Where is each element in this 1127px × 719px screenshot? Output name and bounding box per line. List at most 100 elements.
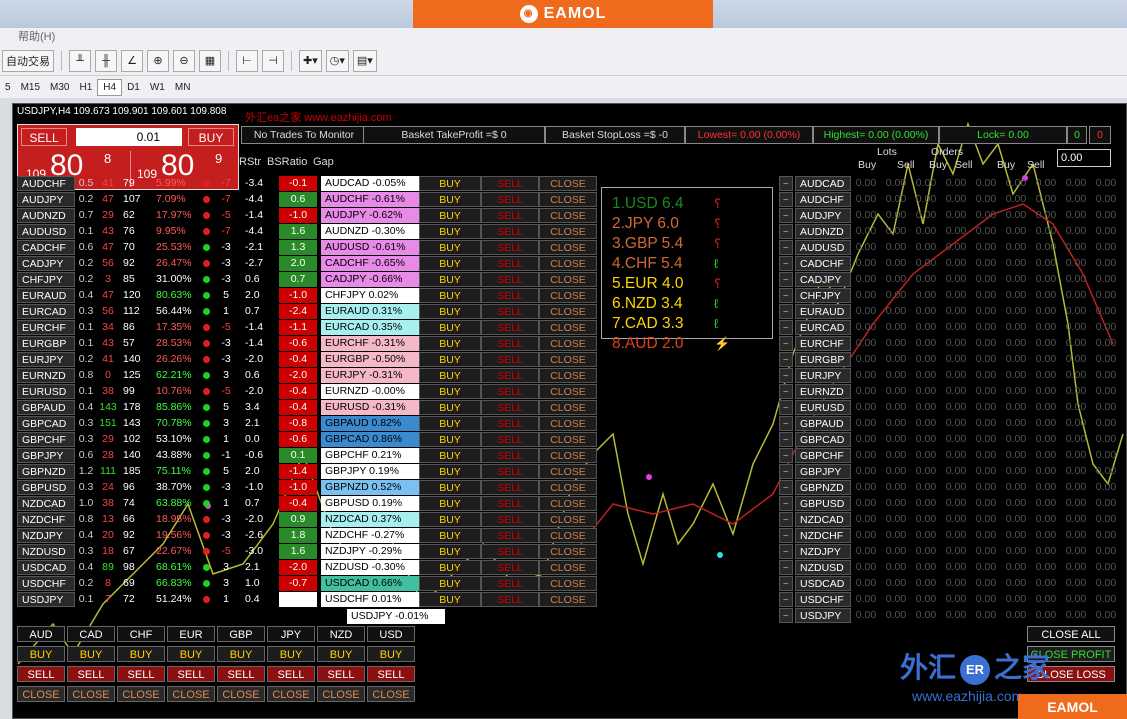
close-button[interactable]: CLOSE — [539, 464, 597, 479]
currency-close-button[interactable]: CLOSE — [317, 686, 365, 702]
order-symbol[interactable]: EURNZD — [795, 384, 851, 399]
chart-icon[interactable]: ~ — [779, 400, 793, 415]
tf-h1[interactable]: H1 — [74, 80, 97, 95]
order-symbol[interactable]: AUDUSD — [795, 240, 851, 255]
buy-button[interactable]: BUY — [419, 224, 481, 239]
close-button[interactable]: CLOSE — [539, 576, 597, 591]
close-button[interactable]: CLOSE — [539, 400, 597, 415]
chart-icon[interactable]: ~ — [779, 240, 793, 255]
chart-icon[interactable]: ~ — [779, 432, 793, 447]
sell-button[interactable]: SELL — [481, 544, 539, 559]
pair-symbol[interactable]: USDCHF — [17, 576, 75, 591]
periods-icon[interactable]: ◷▾ — [325, 49, 349, 72]
buy-button[interactable]: BUY — [419, 448, 481, 463]
currency-sell-button[interactable]: SELL — [367, 666, 415, 682]
pair-symbol[interactable]: EURCHF — [17, 320, 75, 335]
sell-button[interactable]: SELL — [481, 224, 539, 239]
close-button[interactable]: CLOSE — [539, 544, 597, 559]
chart-icon[interactable]: ~ — [779, 416, 793, 431]
pair-symbol[interactable]: AUDUSD — [17, 224, 75, 239]
sell-button[interactable]: SELL — [481, 432, 539, 447]
pair-symbol[interactable]: NZDJPY — [17, 528, 75, 543]
currency-label[interactable]: USD — [367, 626, 415, 642]
templates-icon[interactable]: ▤▾ — [352, 49, 377, 72]
pair-symbol[interactable]: USDJPY — [17, 592, 75, 607]
tf-h4[interactable]: H4 — [97, 78, 123, 96]
close-button[interactable]: CLOSE — [539, 480, 597, 495]
currency-buy-button[interactable]: BUY — [117, 646, 165, 662]
buy-button[interactable]: BUY — [419, 272, 481, 287]
close-button[interactable]: CLOSE — [539, 528, 597, 543]
indicators-icon[interactable]: ✚▾ — [299, 49, 322, 72]
order-symbol[interactable]: EURJPY — [795, 368, 851, 383]
tf-mn[interactable]: MN — [170, 80, 196, 95]
currency-close-button[interactable]: CLOSE — [367, 686, 415, 702]
pair-symbol[interactable]: EURUSD — [17, 384, 75, 399]
order-symbol[interactable]: GBPNZD — [795, 480, 851, 495]
chart-icon[interactable]: ~ — [779, 560, 793, 575]
order-symbol[interactable]: CADCHF — [795, 256, 851, 271]
close-button[interactable]: CLOSE — [539, 352, 597, 367]
close-button[interactable]: CLOSE — [539, 320, 597, 335]
order-symbol[interactable]: GBPUSD — [795, 496, 851, 511]
currency-buy-button[interactable]: BUY — [217, 646, 265, 662]
chart-icon[interactable]: ~ — [779, 512, 793, 527]
sell-button[interactable]: SELL — [481, 384, 539, 399]
tf-m30[interactable]: M30 — [45, 80, 74, 95]
chart-icon[interactable]: ~ — [779, 288, 793, 303]
chart-icon[interactable]: ~ — [779, 224, 793, 239]
currency-buy-button[interactable]: BUY — [167, 646, 215, 662]
tf-w1[interactable]: W1 — [145, 80, 170, 95]
sell-button[interactable]: SELL — [481, 512, 539, 527]
close-button[interactable]: CLOSE — [539, 304, 597, 319]
zoom-in-icon[interactable]: ⊕ — [147, 49, 169, 72]
order-symbol[interactable]: EURCHF — [795, 336, 851, 351]
chart-icon[interactable]: ~ — [779, 272, 793, 287]
chart-icon[interactable]: ~ — [779, 448, 793, 463]
close-button[interactable]: CLOSE — [539, 240, 597, 255]
pair-symbol[interactable]: CADCHF — [17, 240, 75, 255]
candle-chart-icon[interactable]: ╫ — [95, 49, 117, 72]
currency-buy-button[interactable]: BUY — [17, 646, 65, 662]
sell-button[interactable]: SELL — [481, 496, 539, 511]
pair-symbol[interactable]: NZDCHF — [17, 512, 75, 527]
order-symbol[interactable]: EURGBP — [795, 352, 851, 367]
pair-symbol[interactable]: CHFJPY — [17, 272, 75, 287]
buy-button[interactable]: BUY — [419, 464, 481, 479]
order-symbol[interactable]: GBPJPY — [795, 464, 851, 479]
buy-button[interactable]: BUY — [419, 320, 481, 335]
order-symbol[interactable]: GBPAUD — [795, 416, 851, 431]
close-button[interactable]: CLOSE — [539, 288, 597, 303]
order-symbol[interactable]: AUDCAD — [795, 176, 851, 191]
sell-button[interactable]: SELL — [481, 352, 539, 367]
chart-icon[interactable]: ~ — [779, 208, 793, 223]
order-symbol[interactable]: NZDJPY — [795, 544, 851, 559]
sell-button[interactable]: SELL — [481, 592, 539, 607]
autoscroll-icon[interactable]: ⊣ — [262, 49, 284, 72]
buy-button[interactable]: BUY — [419, 528, 481, 543]
buy-button[interactable]: BUY — [419, 304, 481, 319]
currency-sell-button[interactable]: SELL — [317, 666, 365, 682]
pair-symbol[interactable]: AUDNZD — [17, 208, 75, 223]
chart-icon[interactable]: ~ — [779, 256, 793, 271]
pair-symbol[interactable]: NZDCAD — [17, 496, 75, 511]
buy-button[interactable]: BUY — [419, 592, 481, 607]
autotrade-button[interactable]: 自动交易 — [2, 49, 54, 72]
currency-buy-button[interactable]: BUY — [67, 646, 115, 662]
chart-icon[interactable]: ~ — [779, 192, 793, 207]
sell-button[interactable]: SELL — [481, 336, 539, 351]
order-symbol[interactable]: EURCAD — [795, 320, 851, 335]
buy-button[interactable]: BUY — [419, 288, 481, 303]
order-symbol[interactable]: AUDNZD — [795, 224, 851, 239]
pair-symbol[interactable]: EURNZD — [17, 368, 75, 383]
pair-symbol[interactable]: GBPCHF — [17, 432, 75, 447]
sell-button[interactable]: SELL — [481, 320, 539, 335]
close-button[interactable]: CLOSE — [539, 560, 597, 575]
pair-symbol[interactable]: USDCAD — [17, 560, 75, 575]
chart-icon[interactable]: ~ — [779, 320, 793, 335]
currency-sell-button[interactable]: SELL — [17, 666, 65, 682]
buy-button[interactable]: BUY — [419, 560, 481, 575]
buy-button[interactable]: BUY — [419, 256, 481, 271]
currency-close-button[interactable]: CLOSE — [67, 686, 115, 702]
pair-symbol[interactable]: GBPUSD — [17, 480, 75, 495]
